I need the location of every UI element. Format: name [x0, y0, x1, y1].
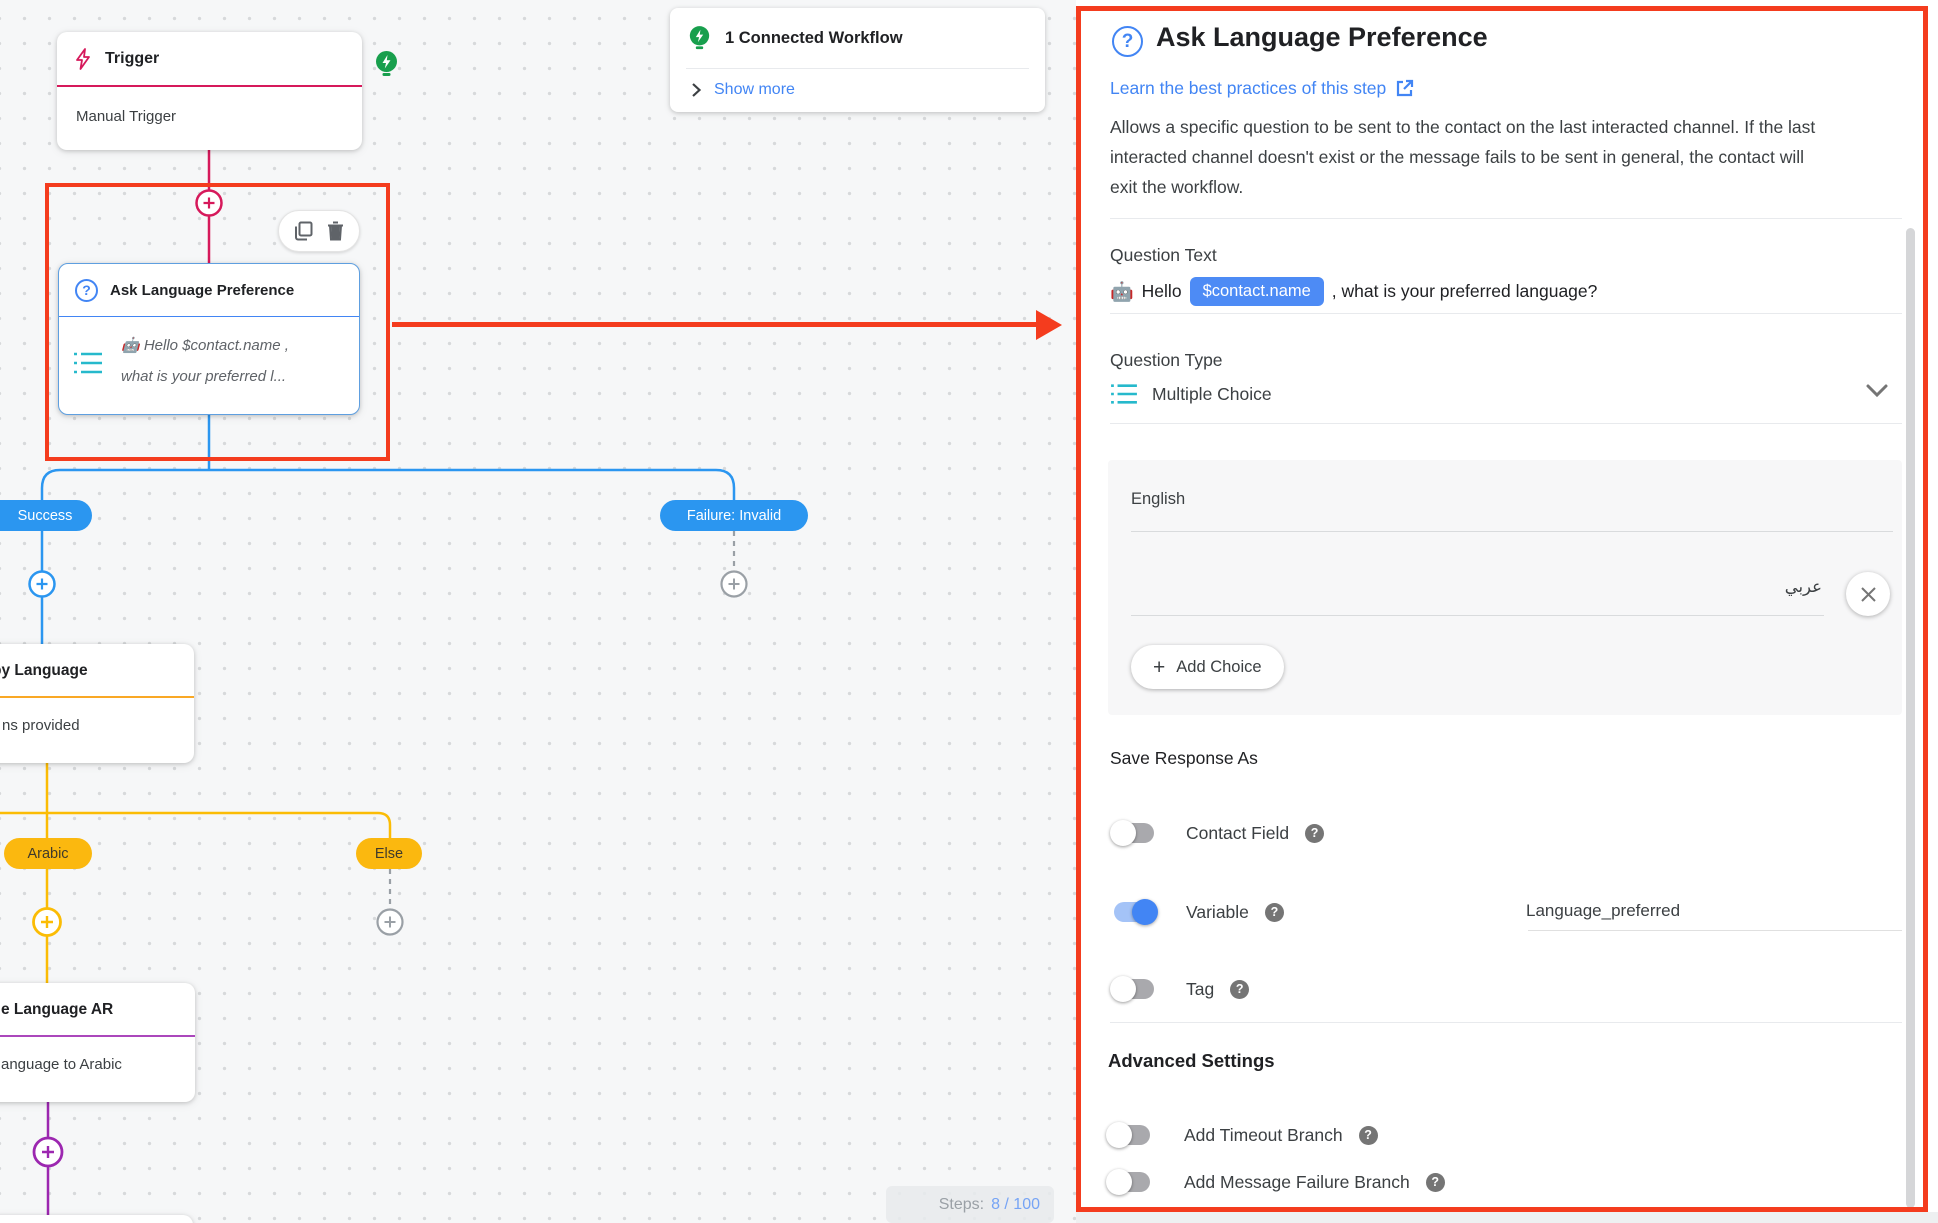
question-type-value: Multiple Choice: [1152, 384, 1272, 405]
ar-node-title: e Language AR: [1, 1001, 113, 1019]
bottom-strip: [1076, 1212, 1938, 1223]
steps-label: Steps:: [939, 1196, 984, 1214]
panel-scrollbar[interactable]: [1906, 228, 1915, 1208]
remove-choice-button[interactable]: [1846, 572, 1890, 616]
external-link-icon: [1395, 79, 1414, 98]
input-underline: [1110, 313, 1902, 314]
step-description: Allows a specific question to be sent to…: [1110, 112, 1910, 202]
branch-pill-success[interactable]: Success: [0, 500, 92, 531]
tag-row: Tag ?: [1110, 976, 1249, 1002]
question-type-select[interactable]: Multiple Choice: [1110, 382, 1272, 406]
split-node-divider: [0, 696, 194, 698]
question-text-label: Question Text: [1110, 245, 1217, 266]
steps-counter: Steps: 8 / 100: [886, 1186, 1054, 1223]
variable-underline: [1528, 930, 1902, 931]
connected-workflow-bulb-icon[interactable]: [374, 50, 399, 79]
ar-node-subtitle: anguage to Arabic: [1, 1056, 122, 1073]
tag-toggle[interactable]: [1110, 976, 1158, 1002]
help-icon[interactable]: ?: [1426, 1173, 1445, 1192]
advanced-settings-label: Advanced Settings: [1108, 1050, 1275, 1072]
contact-field-toggle[interactable]: [1110, 820, 1158, 846]
panel-question-circle-icon: ?: [1112, 26, 1143, 57]
lightning-icon: [73, 48, 93, 70]
chevron-down-icon[interactable]: [1864, 382, 1890, 400]
multiple-choice-list-icon: [1110, 382, 1138, 406]
panel-title: Ask Language Preference: [1156, 22, 1488, 53]
connected-workflow-title: 1 Connected Workflow: [725, 29, 903, 48]
section-divider: [1110, 1022, 1902, 1023]
help-icon[interactable]: ?: [1230, 980, 1249, 999]
annotation-arrow-line: [392, 322, 1040, 327]
branch-pill-arabic[interactable]: Arabic: [4, 838, 92, 869]
add-step-connector-else: [378, 910, 403, 935]
tag-label: Tag: [1186, 979, 1214, 1000]
choices-container: English عربي + Add Choice: [1108, 460, 1902, 715]
trigger-node-subtitle: Manual Trigger: [57, 87, 362, 146]
input-underline: [1110, 423, 1902, 424]
selection-highlight-box: [45, 183, 390, 461]
add-choice-label: Add Choice: [1176, 658, 1261, 677]
branch-by-language-node[interactable]: by Language ns provided: [0, 644, 194, 763]
choice-input-english[interactable]: English: [1131, 490, 1185, 509]
lightbulb-icon: [688, 25, 711, 52]
branch-pill-failure[interactable]: Failure: Invalid: [660, 500, 808, 531]
annotation-arrow-head: [1036, 310, 1062, 340]
best-practices-link[interactable]: Learn the best practices of this step: [1110, 78, 1414, 99]
connected-workflow-card: 1 Connected Workflow Show more: [670, 8, 1045, 112]
robot-emoji: 🤖: [1110, 280, 1134, 304]
chevron-right-icon: [690, 82, 702, 98]
question-text-suffix: , what is your preferred language?: [1332, 281, 1598, 302]
variable-name-input[interactable]: Language_preferred: [1526, 901, 1680, 921]
branch-pill-else[interactable]: Else: [356, 838, 422, 869]
add-message-failure-branch-label: Add Message Failure Branch: [1184, 1172, 1410, 1193]
ar-node-divider: [0, 1035, 195, 1037]
save-response-as-label: Save Response As: [1110, 748, 1258, 769]
add-timeout-branch-toggle[interactable]: [1106, 1122, 1154, 1148]
add-step-connector-arabic: [34, 909, 61, 936]
contact-field-row: Contact Field ?: [1110, 820, 1324, 846]
trigger-node-title: Trigger: [105, 50, 159, 68]
contact-field-label: Contact Field: [1186, 823, 1289, 844]
variable-label: Variable: [1186, 902, 1249, 923]
best-practices-link-label: Learn the best practices of this step: [1110, 78, 1386, 99]
section-divider: [1110, 218, 1902, 219]
workflow-canvas[interactable]: Trigger Manual Trigger ? Ask: [0, 0, 1076, 1223]
choice-input-arabic[interactable]: عربي: [1785, 577, 1822, 597]
steps-value: 8 / 100: [991, 1196, 1040, 1214]
step-settings-panel: ? Ask Language Preference Learn the best…: [1076, 0, 1938, 1223]
help-icon[interactable]: ?: [1305, 824, 1324, 843]
contact-name-variable-chip[interactable]: $contact.name: [1190, 277, 1324, 306]
add-step-connector-failure: [722, 572, 747, 597]
workflow-builder-screen: Trigger Manual Trigger ? Ask: [0, 0, 1938, 1223]
split-node-subtitle: ns provided: [2, 717, 80, 734]
trigger-node-header: Trigger: [57, 32, 362, 87]
add-choice-button[interactable]: + Add Choice: [1131, 645, 1284, 689]
choice-underline: [1131, 615, 1824, 616]
question-type-label: Question Type: [1110, 350, 1223, 371]
help-icon[interactable]: ?: [1265, 903, 1284, 922]
add-timeout-branch-label: Add Timeout Branch: [1184, 1125, 1343, 1146]
split-node-title: by Language: [0, 662, 88, 680]
message-failure-branch-row: Add Message Failure Branch ?: [1106, 1169, 1445, 1195]
add-message-failure-branch-toggle[interactable]: [1106, 1169, 1154, 1195]
show-more-button[interactable]: Show more: [670, 69, 1045, 111]
trigger-node[interactable]: Trigger Manual Trigger: [57, 32, 362, 150]
add-step-connector-success: [30, 572, 55, 597]
variable-row: Variable ?: [1110, 899, 1284, 925]
help-icon[interactable]: ?: [1359, 1126, 1378, 1145]
plus-icon: +: [1153, 657, 1165, 678]
choice-underline: [1131, 531, 1893, 532]
timeout-branch-row: Add Timeout Branch ?: [1106, 1122, 1378, 1148]
next-node-stub[interactable]: [0, 1215, 193, 1223]
update-language-ar-node[interactable]: e Language AR anguage to Arabic: [0, 983, 195, 1102]
question-text-prefix: Hello: [1142, 281, 1182, 302]
question-text-input[interactable]: 🤖 Hello $contact.name , what is your pre…: [1110, 277, 1597, 306]
variable-toggle[interactable]: [1110, 899, 1158, 925]
add-step-connector-purple: [34, 1138, 62, 1166]
show-more-label: Show more: [714, 81, 795, 99]
